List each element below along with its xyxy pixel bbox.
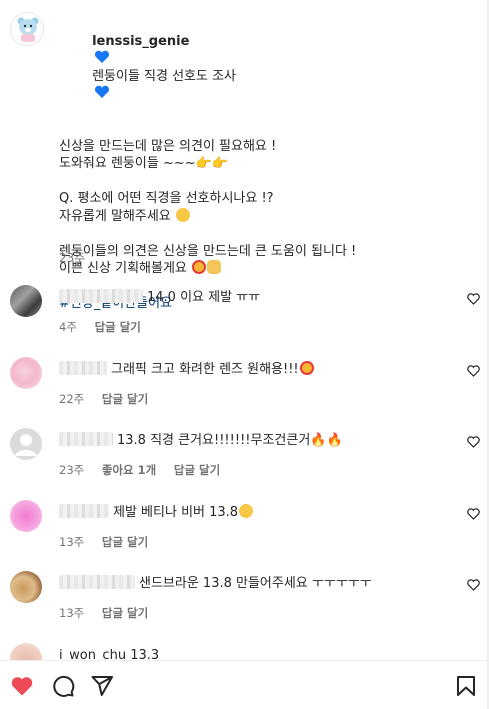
likes-count[interactable]: 좋아요 1개 <box>102 463 156 477</box>
comment-text: i_won_chu 13.3 <box>59 648 160 660</box>
like-heart-icon[interactable] <box>467 508 480 520</box>
caption-line: 신상을 만드는데 많은 의견이 필요해요 ! <box>59 138 277 154</box>
commenter-avatar[interactable] <box>10 357 42 389</box>
blurred-username[interactable] <box>59 432 113 446</box>
caption-line: 이쁜 신상 기획해볼게요 <box>59 260 479 278</box>
comment-item: i_won_chu 13.3 <box>10 643 480 660</box>
comment-meta: 13주 답글 달기 <box>59 534 162 550</box>
comment-time: 13주 <box>59 606 85 620</box>
comment-text: 14.0 이요 제발 ㅠㅠ <box>59 289 260 307</box>
reply-button[interactable]: 답글 달기 <box>102 392 148 406</box>
reply-button[interactable]: 답글 달기 <box>102 606 148 620</box>
save-icon[interactable] <box>454 674 478 698</box>
caption-line: Q. 평소에 어떤 직경을 선호하시나요 !? <box>59 191 274 206</box>
blurred-username[interactable] <box>59 504 109 518</box>
comment-text: 그래픽 크고 화려한 렌즈 원해용!!! <box>59 361 314 379</box>
author-avatar[interactable] <box>10 12 44 46</box>
pointing-hand-icon: 👉👉 <box>195 156 228 171</box>
like-heart-icon[interactable] <box>467 579 480 591</box>
like-heart-icon[interactable] <box>467 293 480 305</box>
comment-item: 제발 베티나 비버 13.8 13주 답글 달기 <box>10 500 480 560</box>
post-caption: lenssis_genie 렌둥이들 직경 선호도 조사 신상을 만드는데 많은… <box>59 15 479 313</box>
caption-line: 자유롭게 말해주세요 <box>59 207 479 226</box>
comment-text: 13.8 직경 큰거요!!!!!!!무조건큰거🔥🔥 <box>59 432 343 450</box>
comment-item: 그래픽 크고 화려한 렌즈 원해용!!! 22주 답글 달기 <box>10 357 480 417</box>
ok-hand-emoji-icon <box>207 260 222 274</box>
comment-meta: 4주 답글 달기 <box>59 319 155 335</box>
commenter-avatar[interactable] <box>10 571 42 603</box>
comment-item: 14.0 이요 제발 ㅠㅠ 4주 답글 달기 <box>10 285 480 345</box>
blurred-username[interactable] <box>59 575 135 589</box>
post-title: 렌둥이들 직경 선호도 조사 <box>92 68 237 84</box>
comment-time: 13주 <box>59 535 85 549</box>
reply-button[interactable]: 답글 달기 <box>95 320 141 334</box>
bear-avatar-icon <box>17 17 39 42</box>
caption-line: 도와줘요 렌둥이들 ~~~👉👉 <box>59 156 228 171</box>
like-heart-icon[interactable] <box>467 436 480 448</box>
sad-face-emoji-icon <box>239 504 254 518</box>
commenter-avatar[interactable] <box>10 428 42 460</box>
blue-heart-icon <box>95 85 110 98</box>
post-timestamp: 23주 <box>59 251 86 265</box>
commenter-avatar[interactable] <box>10 500 42 532</box>
commenter-avatar[interactable] <box>10 643 42 660</box>
reply-button[interactable]: 답글 달기 <box>174 463 220 477</box>
blue-heart-icon <box>95 50 110 63</box>
caption-line: 렌둥이들의 의견은 신상을 만드는데 큰 도움이 됩니다 ! <box>59 243 357 259</box>
comment-time: 23주 <box>59 463 85 477</box>
like-heart-icon[interactable] <box>467 365 480 377</box>
like-heart-icon[interactable] <box>10 674 34 698</box>
default-avatar-icon <box>15 434 37 456</box>
post-action-bar <box>0 660 487 709</box>
blurred-username[interactable] <box>59 289 143 303</box>
blurred-username[interactable] <box>59 361 107 375</box>
comment-icon[interactable] <box>51 674 75 698</box>
fire-emoji-icon: 🔥🔥 <box>310 433 343 448</box>
comment-meta: 23주 좋아요 1개 답글 달기 <box>59 462 234 478</box>
comment-item: 샌드브라운 13.8 만들어주세요 ㅜㅜㅜㅜㅜ 13주 답글 달기 <box>10 571 480 631</box>
star-eyes-emoji-icon <box>299 361 314 375</box>
author-username[interactable]: lenssis_genie <box>92 34 189 49</box>
smile-emoji-icon <box>175 207 190 222</box>
commenter-avatar[interactable] <box>10 285 42 317</box>
comment-item: 13.8 직경 큰거요!!!!!!!무조건큰거🔥🔥 23주 좋아요 1개 답글 … <box>10 428 480 488</box>
comment-time: 22주 <box>59 392 85 406</box>
share-icon[interactable] <box>90 674 114 698</box>
star-eyes-emoji-icon <box>192 260 207 274</box>
comment-meta: 13주 답글 달기 <box>59 605 162 621</box>
comment-time: 4주 <box>59 320 77 334</box>
reply-button[interactable]: 답글 달기 <box>102 535 148 549</box>
comment-meta: 22주 답글 달기 <box>59 391 162 407</box>
post-scroll-area[interactable]: lenssis_genie 렌둥이들 직경 선호도 조사 신상을 만드는데 많은… <box>0 0 487 660</box>
comment-text: 제발 베티나 비버 13.8 <box>59 504 254 522</box>
comment-text: 샌드브라운 13.8 만들어주세요 ㅜㅜㅜㅜㅜ <box>59 575 372 593</box>
